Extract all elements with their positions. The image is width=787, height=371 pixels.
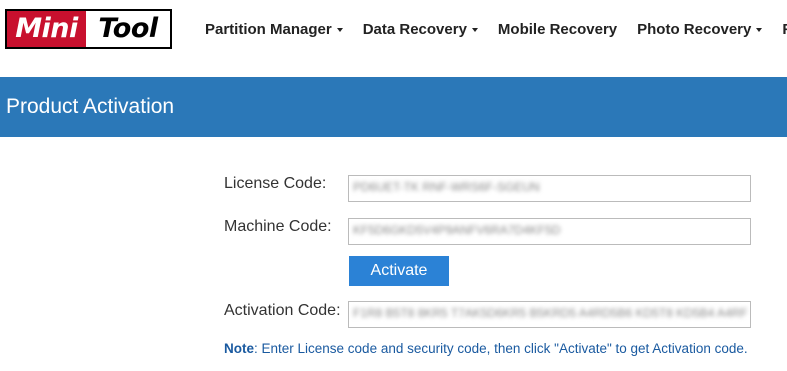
activate-button[interactable]: Activate — [349, 256, 449, 286]
machine-code-field[interactable]: KF5D6GKD5V4P9ANFV6RA7D4KF5D — [348, 218, 751, 245]
caret-down-icon — [471, 27, 478, 32]
nav-photo-recovery[interactable]: Photo Recovery — [637, 20, 763, 38]
activation-code-label: Activation Code: — [224, 302, 341, 319]
minitool-logo[interactable]: Mini Tool — [5, 9, 172, 49]
title-band: Product Activation — [0, 77, 787, 137]
license-code-value: PD6UET-TK RNF-WRS6F-SGEUN — [353, 180, 540, 194]
page-title: Product Activation — [6, 95, 175, 118]
note-body: : Enter License code and security code, … — [254, 341, 748, 356]
caret-down-icon — [336, 27, 343, 32]
nav-label: Fr — [782, 20, 787, 38]
page: Mini Tool Partition Manager Data Recover… — [0, 0, 787, 371]
nav-label: Data Recovery — [362, 20, 467, 38]
nav-partition-manager[interactable]: Partition Manager — [205, 21, 343, 38]
nav-label: Mobile Recovery — [497, 20, 618, 38]
machine-code-value: KF5D6GKD5V4P9ANFV6RA7D4KF5D — [353, 223, 561, 237]
license-code-label: License Code: — [224, 175, 327, 192]
activation-code-value: F1R8 B5T8 8KR5 T7AK5D6KR5 B5KRD5 A4RD5B6… — [353, 306, 748, 320]
main-nav: Partition Manager Data Recovery Mobile R… — [205, 0, 787, 58]
caret-down-icon — [756, 27, 763, 32]
logo-mini-text: Mini — [7, 11, 86, 47]
machine-code-label: Machine Code: — [224, 218, 332, 235]
logo-tool-text: Tool — [86, 11, 170, 47]
nav-mobile-recovery[interactable]: Mobile Recovery — [498, 21, 617, 38]
note-prefix: Note — [224, 341, 254, 356]
nav-label: Partition Manager — [205, 20, 332, 38]
license-code-field[interactable]: PD6UET-TK RNF-WRS6F-SGEUN — [348, 175, 751, 202]
site-header: Mini Tool Partition Manager Data Recover… — [0, 0, 787, 58]
nav-data-recovery[interactable]: Data Recovery — [363, 21, 478, 38]
note-text: Note: Enter License code and security co… — [224, 341, 748, 356]
nav-truncated-item[interactable]: Fr — [782, 21, 787, 38]
nav-label: Photo Recovery — [637, 20, 752, 38]
activation-code-field[interactable]: F1R8 B5T8 8KR5 T7AK5D6KR5 B5KRD5 A4RD5B6… — [348, 301, 751, 328]
